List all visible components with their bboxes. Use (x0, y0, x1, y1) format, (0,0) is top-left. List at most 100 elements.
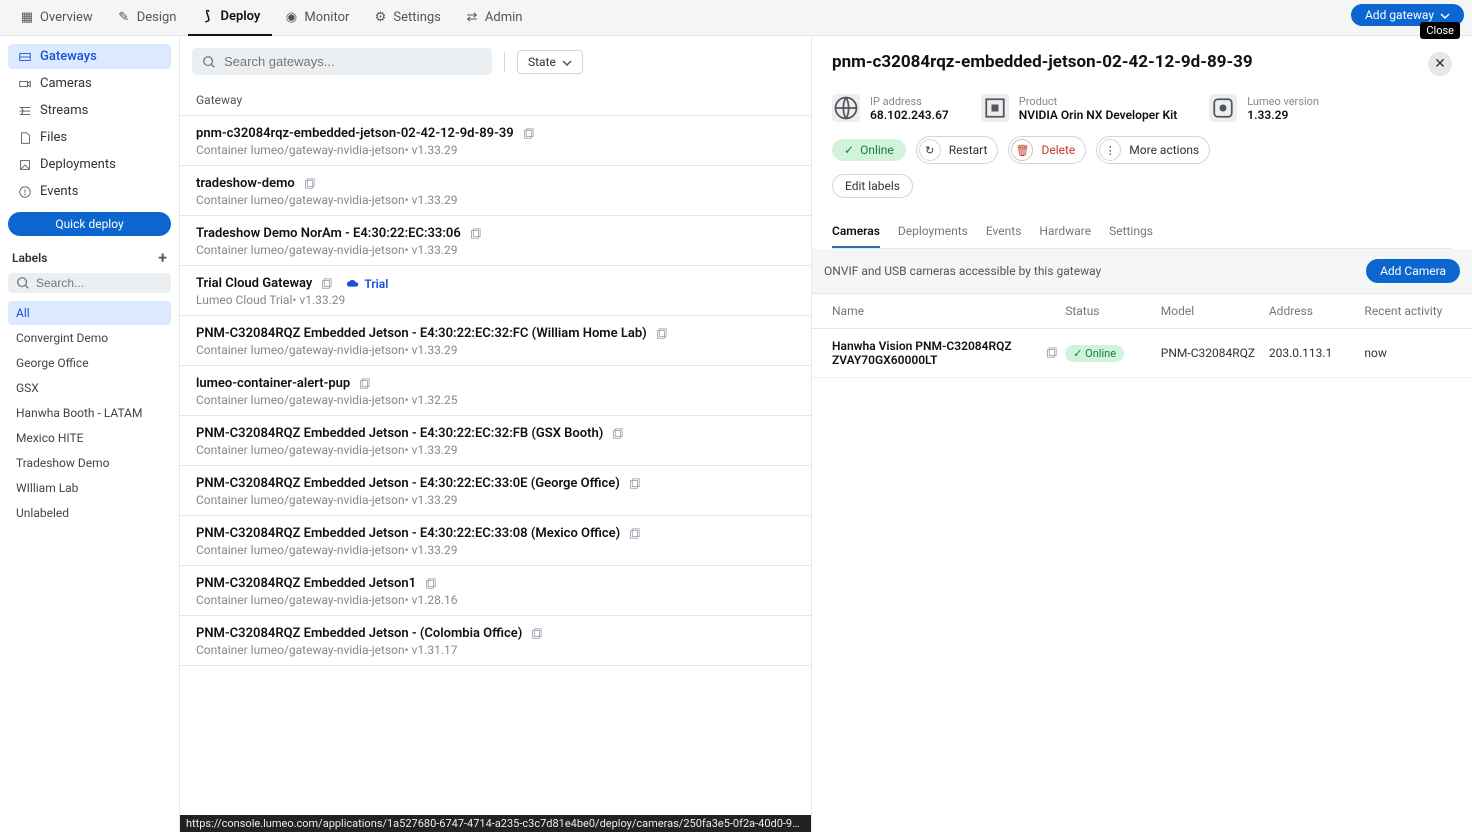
gateway-list-panel: State Gateway pnm-c32084rqz-embedded-jet… (180, 36, 812, 832)
sidebar-item-gateways[interactable]: Gateways (8, 44, 171, 69)
copy-icon[interactable] (320, 278, 332, 290)
tab-icon: ◉ (284, 11, 298, 25)
col-status: Status (1065, 304, 1153, 318)
label-item[interactable]: Unlabeled (8, 501, 171, 525)
copy-icon[interactable] (424, 578, 436, 590)
tab-icon: ▦ (20, 11, 34, 25)
gateway-search-input[interactable] (224, 54, 482, 69)
tab-icon: ✎ (117, 11, 131, 25)
label-item[interactable]: Convergint Demo (8, 326, 171, 350)
label-item[interactable]: Mexico HITE (8, 426, 171, 450)
label-search[interactable] (8, 273, 171, 293)
gateway-row[interactable]: PNM-C32084RQZ Embedded Jetson1Container … (180, 566, 811, 616)
gateway-row[interactable]: Tradeshow Demo NorAm - E4:30:22:EC:33:06… (180, 216, 811, 266)
nav-tab-design[interactable]: ✎Design (105, 0, 189, 36)
state-filter[interactable]: State (517, 50, 583, 74)
nav-tab-admin[interactable]: ⇄Admin (453, 0, 535, 36)
detail-title: pnm-c32084rqz-embedded-jetson-02-42-12-9… (832, 52, 1253, 72)
chevron-down-icon (562, 57, 572, 67)
tab-icon: ⇄ (465, 11, 479, 25)
label-item[interactable]: Hanwha Booth - LATAM (8, 401, 171, 425)
camera-address: 203.0.113.1 (1269, 346, 1357, 360)
restart-icon: ↻ (919, 139, 941, 161)
detail-tab-deployments[interactable]: Deployments (898, 216, 968, 248)
sidebar-icon (18, 77, 32, 91)
copy-icon[interactable] (358, 378, 370, 390)
delete-button[interactable]: 🗑 Delete (1008, 136, 1086, 164)
sidebar-item-streams[interactable]: Streams (8, 98, 171, 123)
globe-icon (832, 94, 860, 122)
logo-icon (1209, 94, 1237, 122)
version-value: 1.33.29 (1247, 108, 1319, 122)
gateway-row[interactable]: PNM-C32084RQZ Embedded Jetson - (Colombi… (180, 616, 811, 666)
sidebar-item-events[interactable]: Events (8, 179, 171, 204)
nav-tab-settings[interactable]: ⚙Settings (361, 0, 452, 36)
search-icon (16, 276, 30, 290)
detail-tab-cameras[interactable]: Cameras (832, 216, 880, 248)
gateway-row[interactable]: tradeshow-demoContainer lumeo/gateway-nv… (180, 166, 811, 216)
nav-tab-deploy[interactable]: ⟆Deploy (188, 0, 272, 36)
label-search-input[interactable] (36, 276, 163, 290)
search-icon (202, 55, 216, 69)
restart-button[interactable]: ↻ Restart (916, 136, 999, 164)
camera-recent: now (1364, 346, 1452, 360)
camera-model: PNM-C32084RQZ (1161, 346, 1261, 360)
trial-badge: Trial (346, 277, 388, 291)
gateway-row[interactable]: PNM-C32084RQZ Embedded Jetson - E4:30:22… (180, 466, 811, 516)
nav-tab-overview[interactable]: ▦Overview (8, 0, 105, 36)
ip-value: 68.102.243.67 (870, 108, 949, 122)
copy-icon[interactable] (1045, 347, 1057, 359)
gateway-row[interactable]: PNM-C32084RQZ Embedded Jetson - E4:30:22… (180, 416, 811, 466)
add-label-button[interactable]: + (158, 248, 167, 267)
gateway-search[interactable] (192, 48, 492, 75)
label-item[interactable]: All (8, 301, 171, 325)
label-item[interactable]: WIlliam Lab (8, 476, 171, 500)
edit-labels-button[interactable]: Edit labels (832, 174, 913, 198)
detail-tab-settings[interactable]: Settings (1109, 216, 1153, 248)
label-item[interactable]: George Office (8, 351, 171, 375)
add-camera-button[interactable]: Add Camera (1366, 259, 1460, 283)
quick-deploy-button[interactable]: Quick deploy (8, 212, 171, 236)
gateway-row[interactable]: lumeo-container-alert-pupContainer lumeo… (180, 366, 811, 416)
sidebar-icon (18, 50, 32, 64)
copy-icon[interactable] (655, 328, 667, 340)
gateway-row[interactable]: pnm-c32084rqz-embedded-jetson-02-42-12-9… (180, 116, 811, 166)
copy-icon[interactable] (303, 178, 315, 190)
col-recent: Recent activity (1364, 304, 1452, 318)
copy-icon[interactable] (530, 628, 542, 640)
tab-icon: ⚙ (373, 11, 387, 25)
list-column-header: Gateway (180, 85, 811, 116)
copy-icon[interactable] (522, 128, 534, 140)
trash-icon: 🗑 (1011, 139, 1033, 161)
chevron-down-icon (1440, 10, 1450, 20)
copy-icon[interactable] (628, 478, 640, 490)
sidebar-item-deployments[interactable]: Deployments (8, 152, 171, 177)
more-icon: ⋮ (1099, 139, 1121, 161)
copy-icon[interactable] (611, 428, 623, 440)
gateway-row[interactable]: Trial Cloud Gateway TrialLumeo Cloud Tri… (180, 266, 811, 316)
sidebar: GatewaysCamerasStreamsFilesDeploymentsEv… (0, 36, 180, 832)
close-detail-button[interactable]: ✕ (1428, 52, 1452, 76)
copy-icon[interactable] (469, 228, 481, 240)
nav-tab-monitor[interactable]: ◉Monitor (272, 0, 361, 36)
product-label: Product (1019, 95, 1177, 108)
version-label: Lumeo version (1247, 95, 1319, 108)
sidebar-item-files[interactable]: Files (8, 125, 171, 150)
detail-tab-hardware[interactable]: Hardware (1039, 216, 1091, 248)
status-bar-url: https://console.lumeo.com/applications/1… (180, 815, 811, 832)
labels-header: Labels (12, 251, 47, 265)
label-item[interactable]: Tradeshow Demo (8, 451, 171, 475)
tab-icon: ⟆ (200, 10, 214, 24)
sidebar-item-cameras[interactable]: Cameras (8, 71, 171, 96)
copy-icon[interactable] (628, 528, 640, 540)
detail-tab-events[interactable]: Events (986, 216, 1022, 248)
gateway-row[interactable]: PNM-C32084RQZ Embedded Jetson - E4:30:22… (180, 516, 811, 566)
label-item[interactable]: GSX (8, 376, 171, 400)
gateway-detail-panel: pnm-c32084rqz-embedded-jetson-02-42-12-9… (812, 36, 1472, 832)
gateway-row[interactable]: PNM-C32084RQZ Embedded Jetson - E4:30:22… (180, 316, 811, 366)
product-value: NVIDIA Orin NX Developer Kit (1019, 108, 1177, 122)
ip-label: IP address (870, 95, 949, 108)
online-status-pill: ✓ Online (832, 139, 906, 161)
more-actions-button[interactable]: ⋮ More actions (1096, 136, 1210, 164)
camera-row[interactable]: Hanwha Vision PNM-C32084RQZ ZVAY70GX6000… (812, 329, 1472, 378)
